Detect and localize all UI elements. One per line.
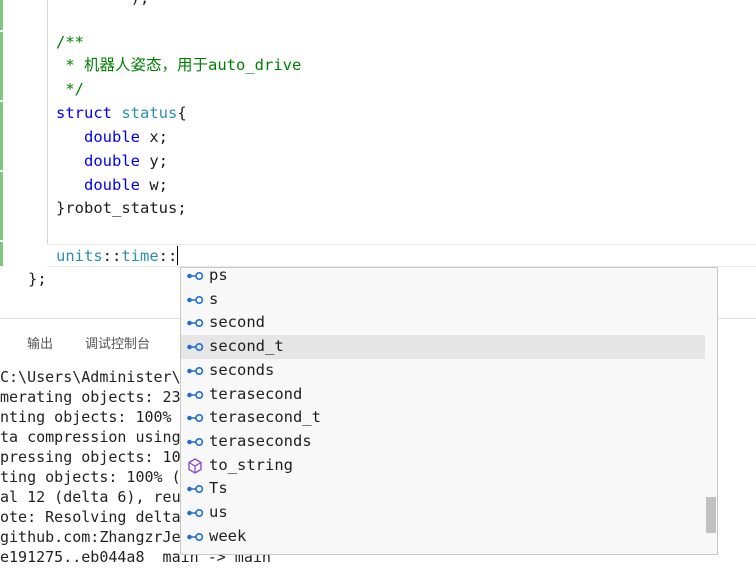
field-name: w; xyxy=(140,176,168,194)
code-line: double x; xyxy=(84,126,168,148)
code-line: */ xyxy=(56,80,84,98)
autocomplete-suggest-widget[interactable]: week us Ts to_string teraseconds terasecond_t… xyxy=(180,267,718,555)
suggest-item-label: terasecond xyxy=(209,384,303,403)
suggest-item-label: Ts xyxy=(209,479,228,498)
suggest-item-label: s xyxy=(209,289,219,308)
code-line: }robot_status; xyxy=(56,199,187,217)
suggest-item-terasecond[interactable]: terasecond xyxy=(181,383,705,407)
struct-keyword: struct xyxy=(56,104,112,122)
field-icon xyxy=(186,434,204,450)
field-icon xyxy=(186,315,204,331)
suggest-item-to-string[interactable]: to_string xyxy=(181,454,705,478)
field-icon xyxy=(186,268,204,284)
terminal-line: ting objects: 100% (1 xyxy=(0,468,190,486)
suggest-item-s[interactable]: s xyxy=(181,288,705,312)
suggest-item-label: week xyxy=(209,526,247,545)
namespace-token: units xyxy=(56,247,103,265)
terminal-line: merating objects: 23, xyxy=(0,388,190,406)
terminal-line: pressing objects: 100 xyxy=(0,448,190,466)
field-name: x; xyxy=(140,128,168,146)
scope-operator: :: xyxy=(102,247,122,265)
field-icon xyxy=(186,529,204,545)
method-cube-icon xyxy=(186,457,204,474)
code-line: double y; xyxy=(84,150,168,172)
terminal-line: ote: Resolving deltas xyxy=(0,508,190,526)
git-change-marker xyxy=(0,102,3,170)
namespace-token: time xyxy=(121,247,159,265)
type-keyword: double xyxy=(84,128,140,146)
terminal-line: C:\Users\Administer\s xyxy=(0,368,190,386)
code-line: struct status{ xyxy=(56,102,187,124)
suggest-item-terasecond-t[interactable]: terasecond_t xyxy=(181,406,705,430)
field-name: y; xyxy=(140,152,168,170)
type-keyword: double xyxy=(84,152,140,170)
suggest-item-ts[interactable]: Ts xyxy=(181,477,705,501)
field-icon xyxy=(186,410,204,426)
code-line: }; xyxy=(28,270,47,288)
terminal-line: ta compression using xyxy=(0,428,181,446)
field-icon xyxy=(186,481,204,497)
git-change-marker xyxy=(0,32,3,100)
git-change-marker xyxy=(0,0,3,30)
terminal-line: nting objects: 100% ( xyxy=(0,408,190,426)
code-line-current[interactable]: units::time:: xyxy=(56,245,179,267)
git-change-marker xyxy=(0,172,3,240)
suggest-item-teraseconds[interactable]: teraseconds xyxy=(181,430,705,454)
scope-operator: :: xyxy=(158,247,178,265)
field-icon xyxy=(186,292,204,308)
suggest-item-seconds[interactable]: seconds xyxy=(181,359,705,383)
git-change-marker xyxy=(0,242,3,266)
field-icon xyxy=(186,339,204,355)
suggest-scrollbar-thumb[interactable] xyxy=(706,497,716,533)
field-icon xyxy=(186,363,204,379)
suggest-item-label: second_t xyxy=(209,337,284,356)
struct-name: status xyxy=(121,104,178,122)
suggest-item-week[interactable]: week xyxy=(181,525,705,549)
suggest-item-label: to_string xyxy=(209,455,293,474)
code-line: * 机器人姿态，用于auto_drive xyxy=(56,56,302,74)
terminal-line: al 12 (delta 6), reus xyxy=(0,488,190,506)
tab-output[interactable]: 输出 xyxy=(27,333,53,352)
suggest-item-label: seconds xyxy=(209,360,275,379)
terminal-line: github.com:ZhangzrJer xyxy=(0,528,190,546)
code-line: /** xyxy=(56,33,84,51)
type-keyword: double xyxy=(84,176,140,194)
suggest-item-label: us xyxy=(209,503,228,521)
code-line: double w; xyxy=(84,174,168,196)
suggest-item-label: ps xyxy=(209,267,228,284)
tab-debug-console[interactable]: 调试控制台 xyxy=(85,333,150,352)
indent-guide xyxy=(47,0,48,244)
suggest-item-us[interactable]: us xyxy=(181,501,705,525)
brace: { xyxy=(177,104,187,122)
suggest-item-label: teraseconds xyxy=(209,431,312,450)
suggest-item-label: terasecond_t xyxy=(209,408,321,427)
suggest-item-ps[interactable]: ps xyxy=(181,267,705,288)
suggest-item-second[interactable]: second xyxy=(181,311,705,335)
suggest-item-second-t[interactable]: second_t xyxy=(181,335,705,360)
suggest-item-label: second xyxy=(209,313,265,332)
field-icon xyxy=(186,387,204,403)
code-line: ); xyxy=(56,0,150,9)
suggest-scrollbar-track[interactable] xyxy=(705,268,717,554)
text-caret xyxy=(177,246,179,265)
field-icon xyxy=(186,505,204,521)
